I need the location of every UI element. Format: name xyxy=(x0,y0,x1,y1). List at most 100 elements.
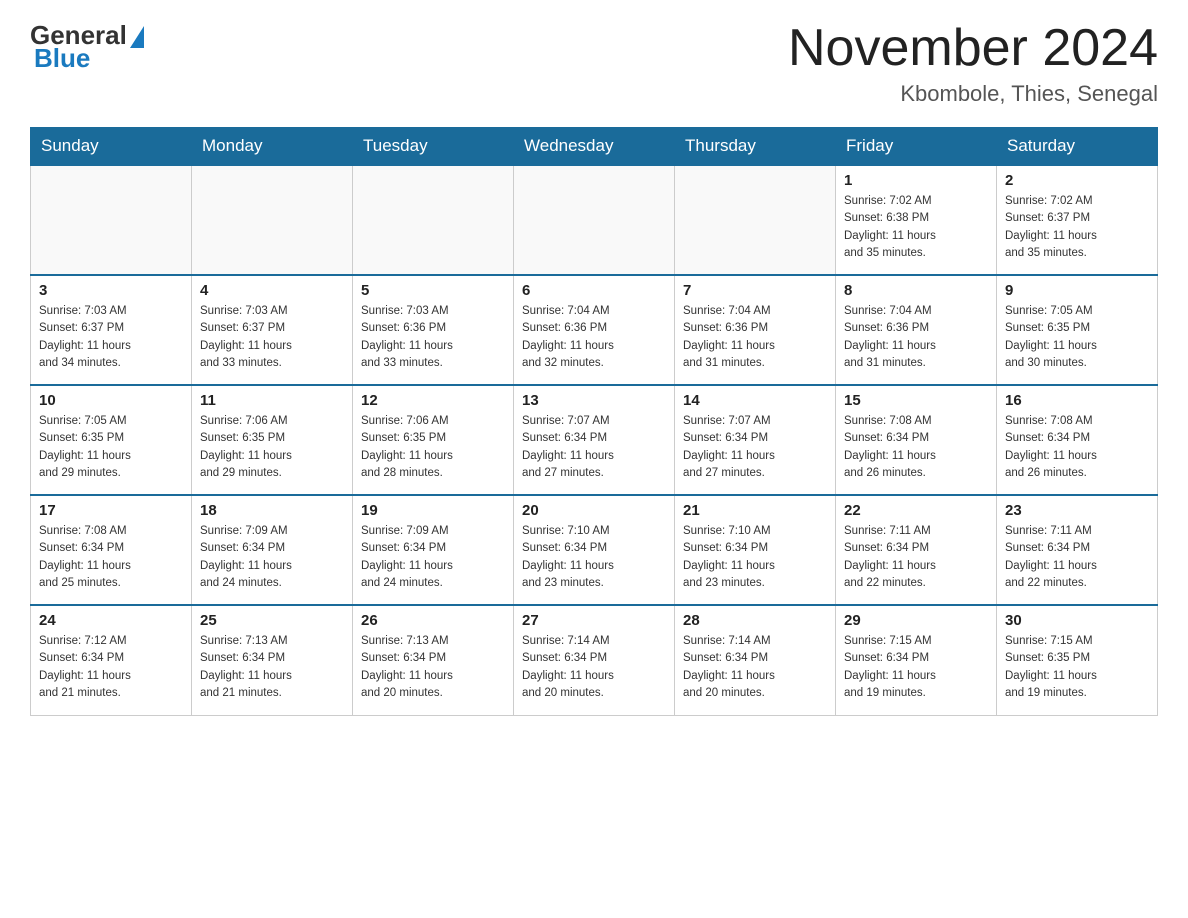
calendar-cell: 21 Sunrise: 7:10 AM Sunset: 6:34 PM Dayli… xyxy=(675,495,836,605)
calendar-cell: 17Sunrise: 7:08 AM Sunset: 6:34 PM Dayli… xyxy=(31,495,192,605)
day-number: 22 xyxy=(844,502,988,519)
day-info: Sunrise: 7:08 AM Sunset: 6:34 PM Dayligh… xyxy=(1005,413,1149,482)
day-number: 9 xyxy=(1005,282,1149,299)
day-number: 27 xyxy=(522,612,666,629)
day-info: Sunrise: 7:06 AM Sunset: 6:35 PM Dayligh… xyxy=(361,413,505,482)
calendar-cell: 29Sunrise: 7:15 AM Sunset: 6:34 PM Dayli… xyxy=(836,605,997,715)
day-info: Sunrise: 7:15 AM Sunset: 6:35 PM Dayligh… xyxy=(1005,633,1149,702)
month-title: November 2024 xyxy=(788,20,1158,77)
day-info: Sunrise: 7:10 AM Sunset: 6:34 PM Dayligh… xyxy=(522,523,666,592)
day-info: Sunrise: 7:05 AM Sunset: 6:35 PM Dayligh… xyxy=(1005,303,1149,372)
calendar-cell: 24 Sunrise: 7:12 AM Sunset: 6:34 PM Dayli… xyxy=(31,605,192,715)
day-of-week-header: Thursday xyxy=(675,128,836,166)
day-number: 28 xyxy=(683,612,827,629)
calendar-cell: 8 Sunrise: 7:04 AM Sunset: 6:36 PM Daylig… xyxy=(836,275,997,385)
day-info: Sunrise: 7:02 AM Sunset: 6:38 PM Dayligh… xyxy=(844,193,988,262)
calendar-cell: 14 Sunrise: 7:07 AM Sunset: 6:34 PM Dayli… xyxy=(675,385,836,495)
calendar-cell: 11 Sunrise: 7:06 AM Sunset: 6:35 PM Dayli… xyxy=(192,385,353,495)
calendar-cell: 26 Sunrise: 7:13 AM Sunset: 6:34 PM Dayli… xyxy=(353,605,514,715)
day-of-week-header: Wednesday xyxy=(514,128,675,166)
day-number: 23 xyxy=(1005,502,1149,519)
calendar-cell: 15 Sunrise: 7:08 AM Sunset: 6:34 PM Dayli… xyxy=(836,385,997,495)
day-number: 25 xyxy=(200,612,344,629)
calendar-cell: 30 Sunrise: 7:15 AM Sunset: 6:35 PM Dayli… xyxy=(997,605,1158,715)
day-of-week-header: Tuesday xyxy=(353,128,514,166)
day-number: 6 xyxy=(522,282,666,299)
day-number: 10 xyxy=(39,392,183,409)
day-info: Sunrise: 7:11 AM Sunset: 6:34 PM Dayligh… xyxy=(844,523,988,592)
day-of-week-header: Monday xyxy=(192,128,353,166)
calendar-cell: 28Sunrise: 7:14 AM Sunset: 6:34 PM Dayli… xyxy=(675,605,836,715)
day-number: 5 xyxy=(361,282,505,299)
calendar-cell: 20 Sunrise: 7:10 AM Sunset: 6:34 PM Dayli… xyxy=(514,495,675,605)
calendar-cell: 27 Sunrise: 7:14 AM Sunset: 6:34 PM Dayli… xyxy=(514,605,675,715)
calendar-cell: 25 Sunrise: 7:13 AM Sunset: 6:34 PM Dayli… xyxy=(192,605,353,715)
day-info: Sunrise: 7:04 AM Sunset: 6:36 PM Dayligh… xyxy=(844,303,988,372)
day-number: 14 xyxy=(683,392,827,409)
calendar-cell: 23 Sunrise: 7:11 AM Sunset: 6:34 PM Dayli… xyxy=(997,495,1158,605)
calendar-header-row: SundayMondayTuesdayWednesdayThursdayFrid… xyxy=(31,128,1158,166)
calendar-cell: 10 Sunrise: 7:05 AM Sunset: 6:35 PM Dayli… xyxy=(31,385,192,495)
day-info: Sunrise: 7:03 AM Sunset: 6:37 PM Dayligh… xyxy=(39,303,183,372)
calendar-cell: 13Sunrise: 7:07 AM Sunset: 6:34 PM Dayli… xyxy=(514,385,675,495)
calendar-week-row: 17Sunrise: 7:08 AM Sunset: 6:34 PM Dayli… xyxy=(31,495,1158,605)
day-info: Sunrise: 7:15 AM Sunset: 6:34 PM Dayligh… xyxy=(844,633,988,702)
day-info: Sunrise: 7:12 AM Sunset: 6:34 PM Dayligh… xyxy=(39,633,183,702)
day-number: 15 xyxy=(844,392,988,409)
calendar-cell xyxy=(31,165,192,275)
calendar-cell: 16 Sunrise: 7:08 AM Sunset: 6:34 PM Dayli… xyxy=(997,385,1158,495)
day-number: 26 xyxy=(361,612,505,629)
day-info: Sunrise: 7:09 AM Sunset: 6:34 PM Dayligh… xyxy=(200,523,344,592)
day-number: 2 xyxy=(1005,172,1149,189)
day-number: 16 xyxy=(1005,392,1149,409)
day-info: Sunrise: 7:03 AM Sunset: 6:36 PM Dayligh… xyxy=(361,303,505,372)
calendar-week-row: 24 Sunrise: 7:12 AM Sunset: 6:34 PM Dayli… xyxy=(31,605,1158,715)
logo-blue-text: Blue xyxy=(34,43,90,74)
calendar-cell: 1 Sunrise: 7:02 AM Sunset: 6:38 PM Daylig… xyxy=(836,165,997,275)
calendar-week-row: 3 Sunrise: 7:03 AM Sunset: 6:37 PM Daylig… xyxy=(31,275,1158,385)
day-info: Sunrise: 7:13 AM Sunset: 6:34 PM Dayligh… xyxy=(200,633,344,702)
calendar-cell: 4 Sunrise: 7:03 AM Sunset: 6:37 PM Daylig… xyxy=(192,275,353,385)
day-info: Sunrise: 7:14 AM Sunset: 6:34 PM Dayligh… xyxy=(522,633,666,702)
day-number: 12 xyxy=(361,392,505,409)
day-number: 8 xyxy=(844,282,988,299)
day-info: Sunrise: 7:04 AM Sunset: 6:36 PM Dayligh… xyxy=(683,303,827,372)
title-area: November 2024 Kbombole, Thies, Senegal xyxy=(788,20,1158,107)
day-info: Sunrise: 7:06 AM Sunset: 6:35 PM Dayligh… xyxy=(200,413,344,482)
day-info: Sunrise: 7:13 AM Sunset: 6:34 PM Dayligh… xyxy=(361,633,505,702)
day-number: 17 xyxy=(39,502,183,519)
day-number: 13 xyxy=(522,392,666,409)
logo-triangle-icon xyxy=(130,26,144,48)
day-info: Sunrise: 7:07 AM Sunset: 6:34 PM Dayligh… xyxy=(683,413,827,482)
day-number: 1 xyxy=(844,172,988,189)
day-info: Sunrise: 7:05 AM Sunset: 6:35 PM Dayligh… xyxy=(39,413,183,482)
calendar-cell xyxy=(514,165,675,275)
day-info: Sunrise: 7:08 AM Sunset: 6:34 PM Dayligh… xyxy=(844,413,988,482)
logo: General Blue xyxy=(30,20,144,74)
day-number: 21 xyxy=(683,502,827,519)
day-number: 30 xyxy=(1005,612,1149,629)
day-number: 4 xyxy=(200,282,344,299)
day-number: 20 xyxy=(522,502,666,519)
day-info: Sunrise: 7:11 AM Sunset: 6:34 PM Dayligh… xyxy=(1005,523,1149,592)
calendar-cell: 12 Sunrise: 7:06 AM Sunset: 6:35 PM Dayli… xyxy=(353,385,514,495)
day-of-week-header: Sunday xyxy=(31,128,192,166)
day-number: 18 xyxy=(200,502,344,519)
day-info: Sunrise: 7:03 AM Sunset: 6:37 PM Dayligh… xyxy=(200,303,344,372)
calendar-cell: 19Sunrise: 7:09 AM Sunset: 6:34 PM Dayli… xyxy=(353,495,514,605)
calendar-cell: 7Sunrise: 7:04 AM Sunset: 6:36 PM Daylig… xyxy=(675,275,836,385)
day-info: Sunrise: 7:10 AM Sunset: 6:34 PM Dayligh… xyxy=(683,523,827,592)
day-info: Sunrise: 7:02 AM Sunset: 6:37 PM Dayligh… xyxy=(1005,193,1149,262)
calendar-cell: 2 Sunrise: 7:02 AM Sunset: 6:37 PM Daylig… xyxy=(997,165,1158,275)
location-text: Kbombole, Thies, Senegal xyxy=(788,81,1158,107)
calendar-table: SundayMondayTuesdayWednesdayThursdayFrid… xyxy=(30,127,1158,716)
calendar-cell: 6Sunrise: 7:04 AM Sunset: 6:36 PM Daylig… xyxy=(514,275,675,385)
calendar-cell: 9 Sunrise: 7:05 AM Sunset: 6:35 PM Daylig… xyxy=(997,275,1158,385)
day-info: Sunrise: 7:09 AM Sunset: 6:34 PM Dayligh… xyxy=(361,523,505,592)
day-number: 3 xyxy=(39,282,183,299)
calendar-week-row: 10 Sunrise: 7:05 AM Sunset: 6:35 PM Dayli… xyxy=(31,385,1158,495)
calendar-cell: 5 Sunrise: 7:03 AM Sunset: 6:36 PM Daylig… xyxy=(353,275,514,385)
calendar-week-row: 1 Sunrise: 7:02 AM Sunset: 6:38 PM Daylig… xyxy=(31,165,1158,275)
day-number: 24 xyxy=(39,612,183,629)
day-number: 11 xyxy=(200,392,344,409)
